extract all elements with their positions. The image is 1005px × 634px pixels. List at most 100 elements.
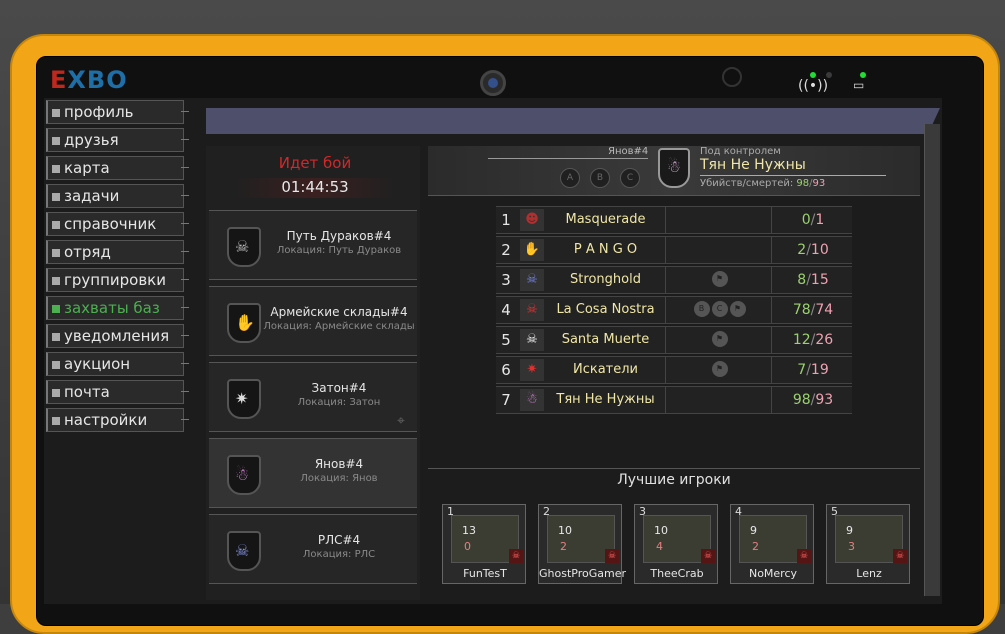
table-row[interactable]: 4 ☠ La Cosa Nostra B C ⚑ 78/74 [496,296,852,324]
sidebar-item-auction[interactable]: аукцион [46,352,189,376]
clan-name: Тян Не Нужны [546,387,666,413]
base-name: Путь Дураков#4 [286,229,392,243]
point-flag-icon: ⚑ [729,301,746,317]
clan-score: 2/10 [797,242,829,258]
scrollbar[interactable] [924,124,940,596]
clan-rank: 4 [501,301,511,319]
player-card[interactable]: 4 9 2 ☠ NoMercy [730,504,814,584]
claw-icon: ✋ [520,239,544,261]
clan-rank: 5 [501,331,511,349]
clan-deaths: 93 [815,392,834,408]
base-location: Локация: Янов [300,473,378,484]
sidebar-item-map[interactable]: карта [46,156,189,180]
base-card[interactable]: ✋ Армейские склады#4 Локация: Армейские … [209,286,417,356]
player-kills: 13 [462,524,476,537]
point-flag-icon: B [693,301,710,317]
player-deaths: 4 [656,540,663,553]
star-icon: ✷ [520,359,544,381]
player-deaths: 3 [848,540,855,553]
battle-status-panel: Идет бой 01:44:53 [214,146,416,206]
clan-ranking-table: 1 ☻ Masquerade 0/1 2 ✋ P A N G O 2/10 3 ☠ Strongho… [496,206,852,416]
clan-badge-icon: ☠ [509,549,523,563]
skull-emblem-icon: ☠ [227,227,261,267]
sidebar-item-settings[interactable]: настройки [46,408,189,432]
point-b-icon: B [590,168,610,188]
skull-emblem-icon: ☠ [227,531,261,571]
point-flag-icon: C [711,301,728,317]
kills-deaths: Убийств/смертей: 98/93 [700,178,826,189]
clan-name: Stronghold [546,267,666,293]
sidebar-item-squad[interactable]: отряд [46,240,189,264]
sidebar-item-notifications[interactable]: уведомления [46,324,189,348]
sidebar-item-mail[interactable]: почта [46,380,189,404]
clan-rank: 7 [501,391,511,409]
sidebar-item-friends[interactable]: друзья [46,128,189,152]
table-row[interactable]: 3 ☠ Stronghold ⚑ 8/15 [496,266,852,294]
base-name: Затон#4 [311,381,367,395]
clan-name: La Cosa Nostra [546,297,666,323]
divider [428,468,920,469]
clan-score: 12/26 [792,332,834,348]
table-row[interactable]: 2 ✋ P A N G O 2/10 [496,236,852,264]
tablet-device: EXBO ((•)) ▭ профиль друзья карта задачи… [0,0,1005,634]
control-label: Под контролем [700,146,781,157]
base-card[interactable]: ✷ Затон#4 Локация: Затон ⌖ [209,362,417,432]
captured-points: ⚑ [668,327,772,353]
camera-bump [722,67,742,87]
base-card-selected[interactable]: ☃ Янов#4 Локация: Янов [209,438,417,508]
signal-wifi-icon: ((•)) [798,78,829,94]
base-card[interactable]: ☠ Путь Дураков#4 Локация: Путь Дураков [209,210,417,280]
player-card[interactable]: 2 10 2 ☠ GhostProGamer [538,504,626,584]
player-card[interactable]: 1 13 0 ☠ FunTesT [442,504,526,584]
table-row[interactable]: 6 ✷ Искатели ⚑ 7/19 [496,356,852,384]
skull-icon: ☠ [520,269,544,291]
skull-icon: ☠ [520,299,544,321]
player-deaths: 2 [752,540,759,553]
top-banner [206,108,940,134]
clan-badge-icon: ☠ [893,549,907,563]
clan-badge-icon: ☠ [605,549,619,563]
best-players-title: Лучшие игроки [617,472,731,488]
battle-timer: 01:44:53 [234,178,396,198]
clan-kills: 78 [792,302,811,318]
base-card[interactable]: ☠ РЛС#4 Локация: РЛС [209,514,417,584]
battery-icon: ▭ [853,78,865,92]
table-row[interactable]: 7 ☃ Тян Не Нужны 98/93 [496,386,852,414]
clan-score: 98/93 [792,392,834,408]
base-location: Локация: Затон [297,397,381,408]
sidebar-item-reference[interactable]: справочник [46,212,189,236]
table-row[interactable]: 5 ☠ Santa Muerte ⚑ 12/26 [496,326,852,354]
kills-value: 98 [796,178,810,189]
sidebar-item-clans[interactable]: группировки [46,268,189,292]
camera-icon [480,70,506,96]
clan-rank: 3 [501,271,511,289]
exbo-logo: EXBO [50,66,128,94]
player-name: GhostProGamer [539,567,626,580]
star-emblem-icon: ✷ [227,379,261,419]
clan-badge-icon: ☠ [701,549,715,563]
captured-points: ⚑ [668,357,772,383]
player-kills: 10 [558,524,572,537]
table-row[interactable]: 1 ☻ Masquerade 0/1 [496,206,852,234]
clan-score: 7/19 [797,362,829,378]
clan-name: Masquerade [546,207,666,233]
sidebar-item-tasks[interactable]: задачи [46,184,189,208]
octopus-emblem-icon: ☃ [227,455,261,495]
player-card[interactable]: 5 9 3 ☠ Lenz [826,504,910,584]
sidebar-item-base-captures[interactable]: захваты баз [46,296,189,320]
point-flag-icon: ⚑ [711,361,728,377]
deaths-value: 93 [812,178,826,189]
player-card[interactable]: 3 10 4 ☠ TheeCrab [634,504,718,584]
clan-kills: 98 [792,392,811,408]
player-deaths: 2 [560,540,567,553]
clan-deaths: 1 [815,212,825,228]
sidebar-item-profile[interactable]: профиль [46,100,189,124]
point-c-icon: C [620,168,640,188]
base-name: РЛС#4 [317,533,361,547]
player-name: TheeCrab [650,567,704,580]
clan-deaths: 19 [810,362,829,378]
clan-rank: 1 [501,211,511,229]
captured-points [668,237,772,263]
clan-deaths: 74 [815,302,834,318]
octopus-icon: ☃ [520,389,544,411]
